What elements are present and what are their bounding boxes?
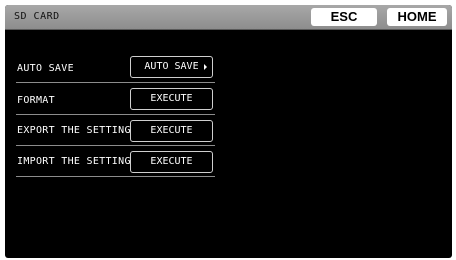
import-execute-button[interactable]: EXECUTE [130, 151, 213, 173]
import-settings-label: IMPORT THE SETTINGS [17, 156, 138, 167]
device-screen: SD CARD ESC HOME AUTO SAVE AUTO SAVE FOR… [5, 5, 452, 258]
esc-button[interactable]: ESC [311, 8, 377, 26]
home-button[interactable]: HOME [387, 8, 447, 26]
format-execute-button[interactable]: EXECUTE [130, 88, 213, 110]
auto-save-button-label: AUTO SAVE [144, 61, 199, 72]
row-divider [16, 82, 215, 83]
row-divider [16, 145, 215, 146]
auto-save-button[interactable]: AUTO SAVE [130, 56, 213, 78]
export-settings-label: EXPORT THE SETTINGS [17, 125, 138, 136]
chevron-right-icon [204, 64, 207, 70]
auto-save-label: AUTO SAVE [17, 63, 74, 74]
row-divider [16, 114, 215, 115]
format-label: FORMAT [17, 95, 55, 106]
export-execute-button[interactable]: EXECUTE [130, 120, 213, 142]
page-title: SD CARD [14, 11, 60, 22]
row-divider [16, 176, 215, 177]
header-bar: SD CARD ESC HOME [5, 5, 452, 30]
